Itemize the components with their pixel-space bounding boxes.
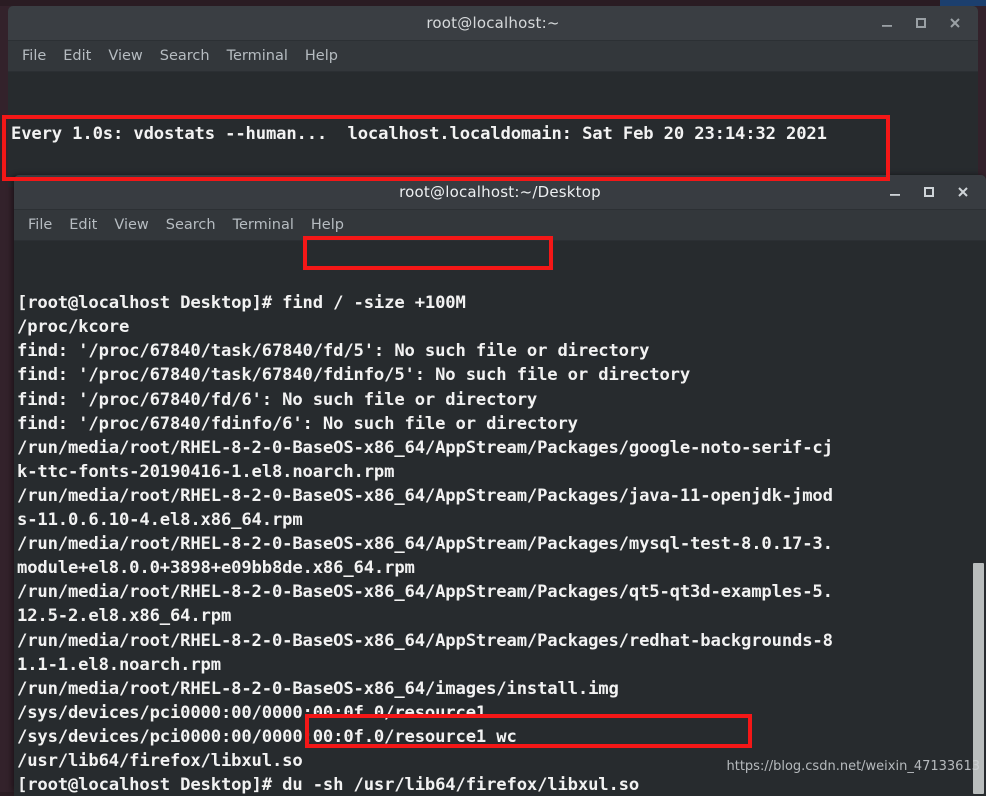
menubar-find[interactable]: File Edit View Search Terminal Help	[14, 210, 986, 241]
terminal-line: module+el8.0.0+3898+e09bb8de.x86_64.rpm	[17, 558, 415, 579]
close-icon[interactable]	[946, 14, 964, 32]
terminal-line: /run/media/root/RHEL-8-2-0-BaseOS-x86_64…	[17, 630, 833, 651]
minimize-icon[interactable]	[878, 14, 896, 32]
window-controls-find[interactable]	[886, 175, 980, 209]
terminal-line: /proc/kcore	[17, 317, 130, 338]
terminal-line: find: '/proc/67840/fd/6': No such file o…	[17, 389, 538, 410]
terminal-line: find: '/proc/67840/task/67840/fdinfo/5':…	[17, 365, 691, 386]
menu-item-view[interactable]: View	[114, 217, 148, 233]
terminal-line: [root@localhost Desktop]# du -sh /usr/li…	[17, 775, 640, 796]
terminal-output-vdostats[interactable]: Every 1.0s: vdostats --human... localhos…	[8, 72, 978, 187]
terminal-window-find[interactable]: root@localhost:~/Desktop File Edit View …	[14, 175, 986, 796]
window-title-find: root@localhost:~/Desktop	[399, 183, 601, 201]
terminal-line: [root@localhost Desktop]# find / -size +…	[17, 293, 466, 314]
terminal-scrollbar[interactable]	[971, 241, 986, 794]
terminal-line: find: '/proc/67840/task/67840/fd/5': No …	[17, 341, 650, 362]
terminal-line: /run/media/root/RHEL-8-2-0-BaseOS-x86_64…	[17, 485, 833, 506]
maximize-icon[interactable]	[912, 14, 930, 32]
watch-header-line: Every 1.0s: vdostats --human... localhos…	[11, 124, 827, 145]
terminal-line: /run/media/root/RHEL-8-2-0-BaseOS-x86_64…	[17, 437, 833, 458]
terminal-line: /sys/devices/pci0000:00/0000:00:0f.0/res…	[17, 702, 487, 723]
menu-item-edit[interactable]: Edit	[63, 48, 91, 64]
terminal-line: /run/media/root/RHEL-8-2-0-BaseOS-x86_64…	[17, 534, 833, 555]
terminal-output-find[interactable]: [root@localhost Desktop]# find / -size +…	[14, 241, 986, 796]
menu-item-terminal[interactable]: Terminal	[233, 217, 294, 233]
terminal-window-vdostats[interactable]: root@localhost:~ File Edit View Search T…	[8, 6, 978, 187]
terminal-line: 1.1-1.el8.noarch.rpm	[17, 654, 221, 675]
menu-item-file[interactable]: File	[28, 217, 52, 233]
menu-item-search[interactable]: Search	[166, 217, 216, 233]
close-icon[interactable]	[954, 183, 972, 201]
terminal-line: k-ttc-fonts-20190416-1.el8.noarch.rpm	[17, 461, 395, 482]
maximize-icon[interactable]	[920, 183, 938, 201]
terminal-line: /run/media/root/RHEL-8-2-0-BaseOS-x86_64…	[17, 678, 619, 699]
titlebar-vdostats[interactable]: root@localhost:~	[8, 6, 978, 41]
watermark-text: https://blog.csdn.net/weixin_47133613	[726, 759, 980, 774]
menu-item-file[interactable]: File	[22, 48, 46, 64]
menu-item-view[interactable]: View	[108, 48, 142, 64]
menu-item-edit[interactable]: Edit	[69, 217, 97, 233]
menu-item-search[interactable]: Search	[160, 48, 210, 64]
terminal-line: 12.5-2.el8.x86_64.rpm	[17, 606, 232, 627]
menu-item-terminal[interactable]: Terminal	[227, 48, 288, 64]
window-title-vdostats: root@localhost:~	[426, 14, 560, 32]
menu-item-help[interactable]: Help	[311, 217, 344, 233]
terminal-line: /run/media/root/RHEL-8-2-0-BaseOS-x86_64…	[17, 582, 833, 603]
minimize-icon[interactable]	[886, 183, 904, 201]
terminal-line: s-11.0.6.10-4.el8.x86_64.rpm	[17, 510, 303, 531]
titlebar-find[interactable]: root@localhost:~/Desktop	[14, 175, 986, 210]
menubar-vdostats[interactable]: File Edit View Search Terminal Help	[8, 41, 978, 72]
window-controls-vdostats[interactable]	[878, 6, 972, 40]
menu-item-help[interactable]: Help	[305, 48, 338, 64]
terminal-line: find: '/proc/67840/fdinfo/6': No such fi…	[17, 413, 578, 434]
terminal-line: /sys/devices/pci0000:00/0000:00:0f.0/res…	[17, 726, 517, 747]
